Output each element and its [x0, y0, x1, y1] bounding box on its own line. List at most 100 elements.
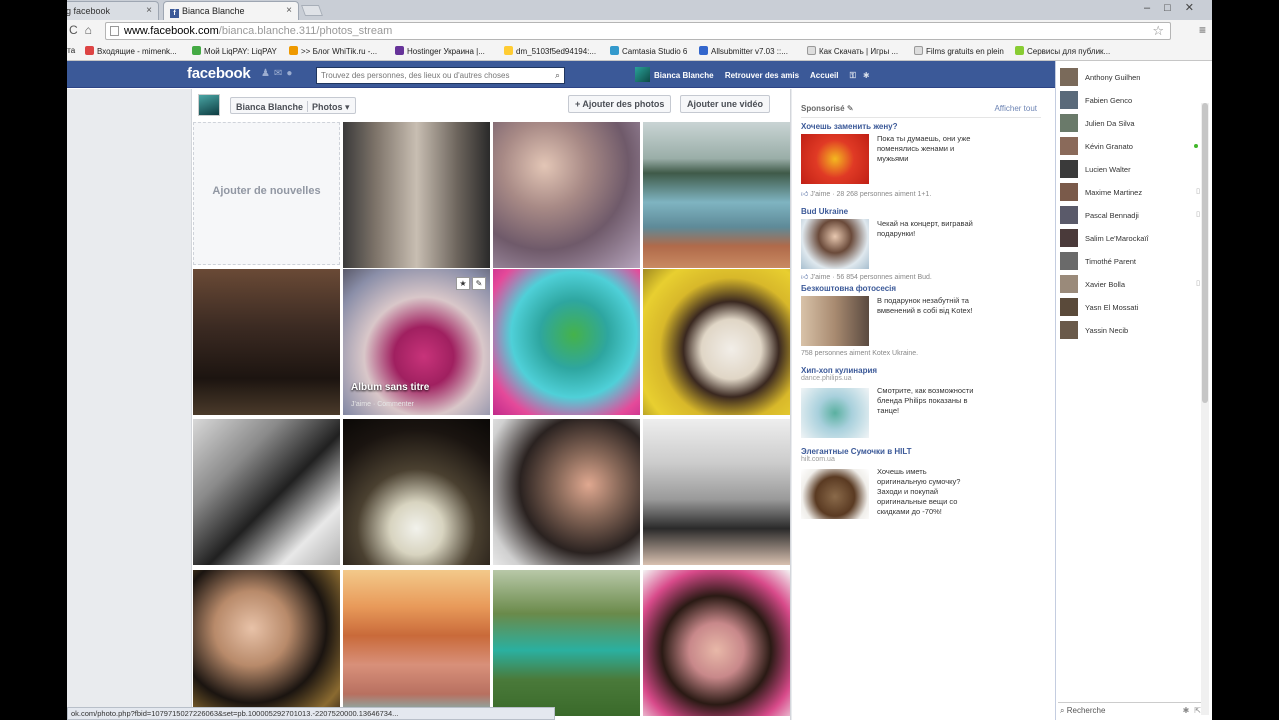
photo-thumbnail[interactable]	[343, 570, 490, 716]
chat-friend[interactable]: Julien Da Silva	[1060, 114, 1200, 134]
photo-thumbnail[interactable]	[493, 570, 640, 716]
ad-likes-text[interactable]: J'aime · 56 854 personnes aiment Bud.	[810, 274, 932, 281]
bookmark-item[interactable]: ета	[67, 46, 75, 55]
photo-thumbnail[interactable]	[193, 269, 340, 415]
settings-gear-icon[interactable]: ✱	[1183, 706, 1195, 715]
ad-likes-text[interactable]: J'aime · 28 268 personnes aiment 1+1.	[810, 191, 931, 198]
chat-friend[interactable]: Anthony Guilhen	[1060, 68, 1200, 88]
friend-requests-icon[interactable]: ♟	[261, 68, 274, 79]
privacy-icon[interactable]: ⚿	[850, 71, 856, 81]
close-icon[interactable]: ×	[146, 5, 152, 16]
bookmark-item[interactable]: Сервисы для публик...	[1015, 46, 1110, 56]
chat-friend[interactable]: Pascal Bennadji ▯	[1060, 206, 1200, 226]
ad-image[interactable]	[801, 134, 869, 184]
album-actions[interactable]: J'aime · Commenter	[351, 401, 414, 408]
bookmark-item[interactable]: Hostinger Украина |...	[395, 46, 485, 56]
chat-friend[interactable]: Salim Le'Marockaïî	[1060, 229, 1200, 249]
ad-item[interactable]: Безкоштовна фотосесія В подарунок незабу…	[801, 284, 1041, 357]
photo-thumbnail[interactable]	[493, 419, 640, 565]
home-link[interactable]: Accueil	[810, 71, 838, 80]
chat-friend[interactable]: Lucien Walter	[1060, 160, 1200, 180]
ad-title[interactable]: Bud Ukraine	[801, 207, 1041, 216]
add-photos-button[interactable]: + Ajouter des photos	[568, 95, 672, 113]
photo-thumbnail[interactable]	[343, 419, 490, 565]
window-controls[interactable]: –□✕	[1144, 1, 1208, 14]
edit-icon[interactable]: ✎	[847, 104, 854, 113]
chat-friend[interactable]: Fabien Genco	[1060, 91, 1200, 111]
address-bar[interactable]: www.facebook.com/bianca.blanche.311/phot…	[105, 22, 1171, 40]
chat-friend[interactable]: Kévin Granato	[1060, 137, 1200, 157]
photo-thumbnail[interactable]	[643, 419, 790, 565]
photo-thumbnail[interactable]	[193, 570, 340, 716]
notifications-icon[interactable]: ●	[286, 68, 296, 79]
chat-friend[interactable]: Yassin Necib	[1060, 321, 1200, 341]
ad-item[interactable]: Элегантные Сумочки в HILT hilt.com.ua Хо…	[801, 447, 1041, 519]
close-icon[interactable]: ×	[286, 5, 292, 16]
ad-image[interactable]	[801, 388, 869, 438]
find-friends-link[interactable]: Retrouver des amis	[725, 71, 799, 80]
see-all-link[interactable]: Afficher tout	[994, 104, 1037, 113]
ad-title[interactable]: Элегантные Сумочки в HILT	[801, 447, 1041, 456]
ad-item[interactable]: Bud Ukraine Чекай на концерт, вигравай п…	[801, 207, 1041, 281]
photo-thumbnail[interactable]	[643, 122, 790, 268]
tab-bianca-blanche[interactable]: f Bianca Blanche ×	[163, 1, 299, 20]
bookmark-label: >> Блог WhiTik.ru -...	[301, 47, 378, 56]
scrollbar-thumb[interactable]	[1202, 103, 1208, 403]
nav-buttons[interactable]: C⌂	[69, 23, 99, 37]
ad-title[interactable]: Безкоштовна фотосесія	[801, 284, 1041, 293]
facebook-search-input[interactable]: Trouvez des personnes, des lieux ou d'au…	[316, 67, 565, 84]
edit-pencil-icon[interactable]: ✎	[472, 277, 486, 290]
ad-image[interactable]	[801, 469, 869, 519]
bookmark-item[interactable]: Films gratuits en plein	[914, 46, 1004, 56]
chevron-down-icon: ▾	[345, 102, 350, 112]
new-tab-button[interactable]	[300, 5, 324, 16]
album-tile[interactable]: ★ ✎ Album sans titre J'aime · Commenter	[343, 269, 490, 415]
scrollbar[interactable]	[1201, 103, 1209, 715]
bookmark-item[interactable]: Camtasia Studio 6	[610, 46, 687, 56]
bookmark-item[interactable]: Мой LiqPAY: LiqPAY	[192, 46, 277, 56]
bookmark-star-icon[interactable]: ☆	[1152, 23, 1164, 39]
bookmark-item[interactable]: Входящие - mimenk...	[85, 46, 177, 56]
photo-thumbnail[interactable]	[493, 122, 640, 268]
ad-title[interactable]: Хип-хоп кулинария	[801, 366, 1041, 375]
bookmark-item[interactable]: dm_5103f5ed94194:...	[504, 46, 596, 56]
ad-item[interactable]: Хип-хоп кулинария dance.philips.ua Смотр…	[801, 366, 1041, 438]
ad-likes-text[interactable]: 758 personnes aiment Kotex Ukraine.	[801, 350, 918, 357]
avatar[interactable]	[635, 67, 650, 82]
photo-thumbnail[interactable]	[343, 122, 490, 268]
chat-friend[interactable]: Maxime Martinez ▯	[1060, 183, 1200, 203]
ad-item[interactable]: Хочешь заменить жену? Пока ты думаешь, о…	[801, 122, 1041, 198]
facebook-logo[interactable]: facebook	[187, 65, 251, 82]
chat-friend[interactable]: Timothé Parent	[1060, 252, 1200, 272]
ad-title[interactable]: Хочешь заменить жену?	[801, 122, 1041, 131]
reload-icon[interactable]: C	[69, 23, 85, 37]
photo-thumbnail[interactable]	[643, 269, 790, 415]
search-placeholder: Trouvez des personnes, des lieux ou d'au…	[321, 71, 510, 80]
sponsored-header: Sponsorisé ✎ Afficher tout	[801, 104, 1041, 118]
photo-thumbnail[interactable]	[493, 269, 640, 415]
chat-friend[interactable]: Xavier Bolla ▯	[1060, 275, 1200, 295]
profile-link[interactable]: Bianca Blanche	[654, 71, 714, 80]
menu-icon[interactable]: ≡	[1199, 23, 1206, 37]
bookmark-item[interactable]: Allsubmitter v7.03 ::...	[699, 46, 788, 56]
bookmark-item[interactable]: >> Блог WhiTik.ru -...	[289, 46, 377, 56]
bookmark-item[interactable]: Как Скачать | Игры ...	[807, 46, 898, 56]
chat-friend[interactable]: Yasn El Mossati	[1060, 298, 1200, 318]
search-icon[interactable]: ⌕	[555, 70, 560, 81]
star-icon[interactable]: ★	[456, 277, 470, 290]
add-video-button[interactable]: Ajouter une vidéo	[680, 95, 771, 113]
ad-image[interactable]	[801, 296, 869, 346]
settings-gear-icon[interactable]: ✱	[863, 71, 870, 80]
tab-facebook[interactable]: g facebook ×	[67, 1, 159, 20]
add-new-photos-tile[interactable]: Ajouter de nouvelles	[193, 122, 340, 265]
notification-jewels[interactable]: ♟✉●	[261, 68, 296, 79]
album-title[interactable]: Album sans titre	[351, 382, 429, 393]
avatar[interactable]	[198, 94, 220, 116]
messages-icon[interactable]: ✉	[274, 68, 286, 79]
chat-search-input[interactable]: ⌕ Recherche ✱⇱	[1058, 702, 1208, 718]
photo-thumbnail[interactable]	[643, 570, 790, 716]
ad-image[interactable]	[801, 219, 869, 269]
photo-thumbnail[interactable]	[193, 419, 340, 565]
home-icon[interactable]: ⌂	[85, 23, 99, 37]
photos-breadcrumb-button[interactable]: Bianca Blanche Photos ▾	[230, 97, 356, 114]
